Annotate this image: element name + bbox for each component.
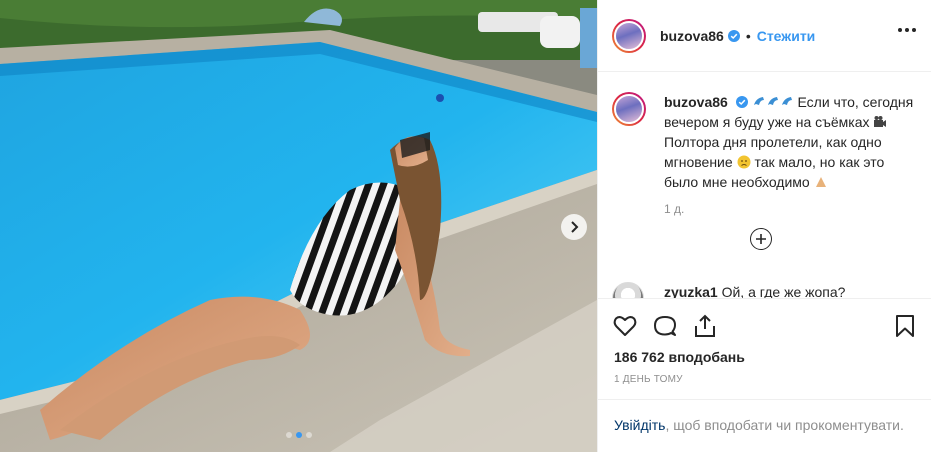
dolphin-emoji <box>753 97 764 105</box>
more-options-icon[interactable] <box>898 28 916 32</box>
bookmark-icon[interactable] <box>892 313 918 339</box>
verified-badge-icon <box>727 29 740 42</box>
login-link[interactable]: Увійдіть <box>614 417 665 433</box>
share-icon[interactable] <box>692 313 718 339</box>
dolphin-emoji <box>767 97 778 105</box>
dolphin-emoji <box>781 97 792 105</box>
instagram-post: buzova86 • Стежити buzova86 Если что, се… <box>0 0 931 452</box>
post-side-panel: buzova86 • Стежити buzova86 Если что, се… <box>597 0 931 452</box>
comment-text: zyuzka1 Ой, а где же жопа? <box>664 280 922 298</box>
pool-photo-image <box>0 0 597 452</box>
movie-camera-emoji <box>874 116 887 127</box>
caption-time[interactable]: 1 д. <box>664 202 684 216</box>
carousel-dot <box>285 432 292 438</box>
author-username[interactable]: buzova86 <box>660 28 724 44</box>
caption-text: buzova86 Если что, сегодня вечером я буд… <box>664 92 922 192</box>
carousel-dot <box>305 432 312 438</box>
dolphin-emoji-group <box>752 94 798 110</box>
load-more-comments-button[interactable] <box>750 228 772 250</box>
caption-author-avatar[interactable] <box>612 92 646 126</box>
follow-button[interactable]: Стежити <box>757 28 816 44</box>
commenter-avatar[interactable] <box>612 282 644 298</box>
author-avatar[interactable] <box>612 18 646 53</box>
post-photo[interactable] <box>0 0 597 452</box>
caption-comment: buzova86 Если что, сегодня вечером я буд… <box>612 92 922 192</box>
verified-badge-icon <box>735 96 748 108</box>
next-slide-button[interactable] <box>561 214 587 240</box>
action-bar <box>598 298 931 350</box>
login-prompt-text: , щоб вподобати чи прокоментувати. <box>665 417 904 433</box>
heart-icon[interactable] <box>612 313 638 339</box>
login-prompt: Увійдіть, щоб вподобати чи прокоментуват… <box>598 399 931 452</box>
disappointed-face-emoji <box>737 155 751 169</box>
commenter-username[interactable]: zyuzka1 <box>664 284 718 298</box>
caption-author[interactable]: buzova86 <box>664 94 728 110</box>
post-timestamp[interactable]: 1 ДЕНЬ ТОМУ <box>614 374 683 385</box>
plus-circle-icon <box>756 234 766 244</box>
comment-item: zyuzka1 Ой, а где же жопа? <box>612 280 922 298</box>
carousel-dots <box>0 432 597 438</box>
header-separator: • <box>745 27 751 44</box>
chevron-right-icon <box>571 221 579 233</box>
comments-section: buzova86 Если что, сегодня вечером я буд… <box>598 72 931 298</box>
comment-icon[interactable] <box>652 313 678 339</box>
carousel-dot-active <box>295 432 302 438</box>
post-header: buzova86 • Стежити <box>598 0 931 72</box>
comment-body: Ой, а где же жопа? <box>721 284 846 298</box>
likes-count[interactable]: 186 762 вподобань <box>614 349 745 365</box>
folded-hands-emoji <box>815 177 826 187</box>
